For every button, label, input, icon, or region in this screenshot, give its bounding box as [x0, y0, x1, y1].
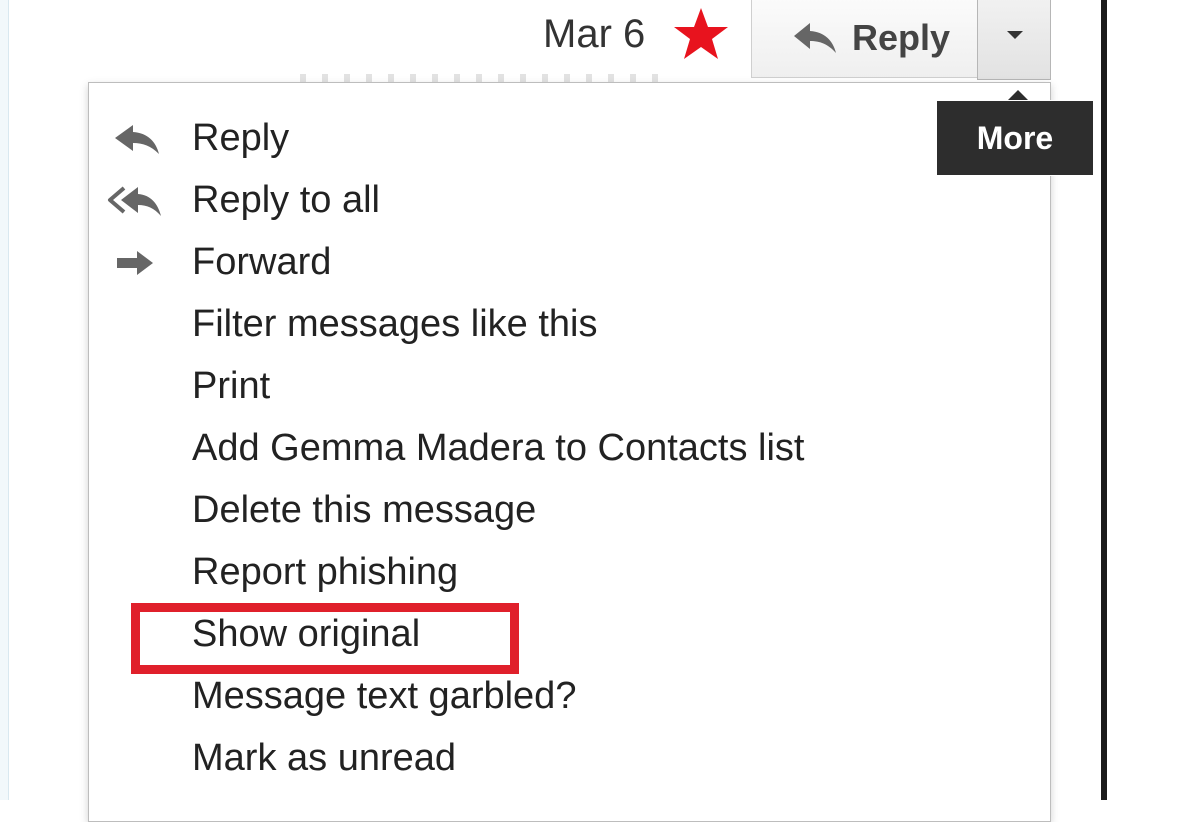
menu-item-label: Report phishing [192, 551, 459, 593]
menu-item-label: Add Gemma Madera to Contacts list [192, 427, 805, 469]
forward-icon [117, 251, 153, 275]
more-menu: Reply Reply to all Forward Filter messag… [88, 82, 1051, 822]
menu-item-add-contact[interactable]: Add Gemma Madera to Contacts list [89, 417, 1050, 479]
tooltip-arrow [1008, 90, 1028, 100]
message-date: Mar 6 [543, 12, 646, 56]
menu-item-label: Mark as unread [192, 737, 457, 779]
chevron-down-icon [1007, 31, 1023, 39]
menu-item-filter-messages[interactable]: Filter messages like this [89, 293, 1050, 355]
menu-item-delete-message[interactable]: Delete this message [89, 479, 1050, 541]
menu-item-message-garbled[interactable]: Message text garbled? [89, 665, 1050, 727]
star-icon[interactable] [672, 6, 730, 62]
more-tooltip: More [936, 90, 1094, 176]
menu-item-reply[interactable]: Reply [89, 107, 1050, 169]
menu-item-label: Reply [192, 117, 290, 159]
menu-item-label: Filter messages like this [192, 303, 598, 345]
menu-item-label: Message text garbled? [192, 675, 577, 717]
menu-item-label: Delete this message [192, 489, 537, 531]
reply-icon [115, 125, 159, 154]
tooltip-text: More [936, 100, 1094, 176]
more-button[interactable] [977, 0, 1051, 80]
left-edge [0, 0, 9, 800]
menu-item-label: Forward [192, 241, 332, 283]
reply-all-icon [108, 186, 161, 216]
menu-item-label: Reply to all [192, 179, 380, 221]
reply-button-label: Reply [852, 17, 951, 58]
reply-icon [794, 23, 836, 53]
menu-item-mark-unread[interactable]: Mark as unread [89, 727, 1050, 789]
reply-button[interactable]: Reply [751, 0, 977, 78]
menu-item-report-phishing[interactable]: Report phishing [89, 541, 1050, 603]
window-margin [1107, 0, 1200, 800]
menu-item-reply-to-all[interactable]: Reply to all [89, 169, 1050, 231]
menu-item-label: Print [192, 365, 271, 407]
highlight-box [131, 603, 519, 674]
menu-item-print[interactable]: Print [89, 355, 1050, 417]
menu-item-forward[interactable]: Forward [89, 231, 1050, 293]
